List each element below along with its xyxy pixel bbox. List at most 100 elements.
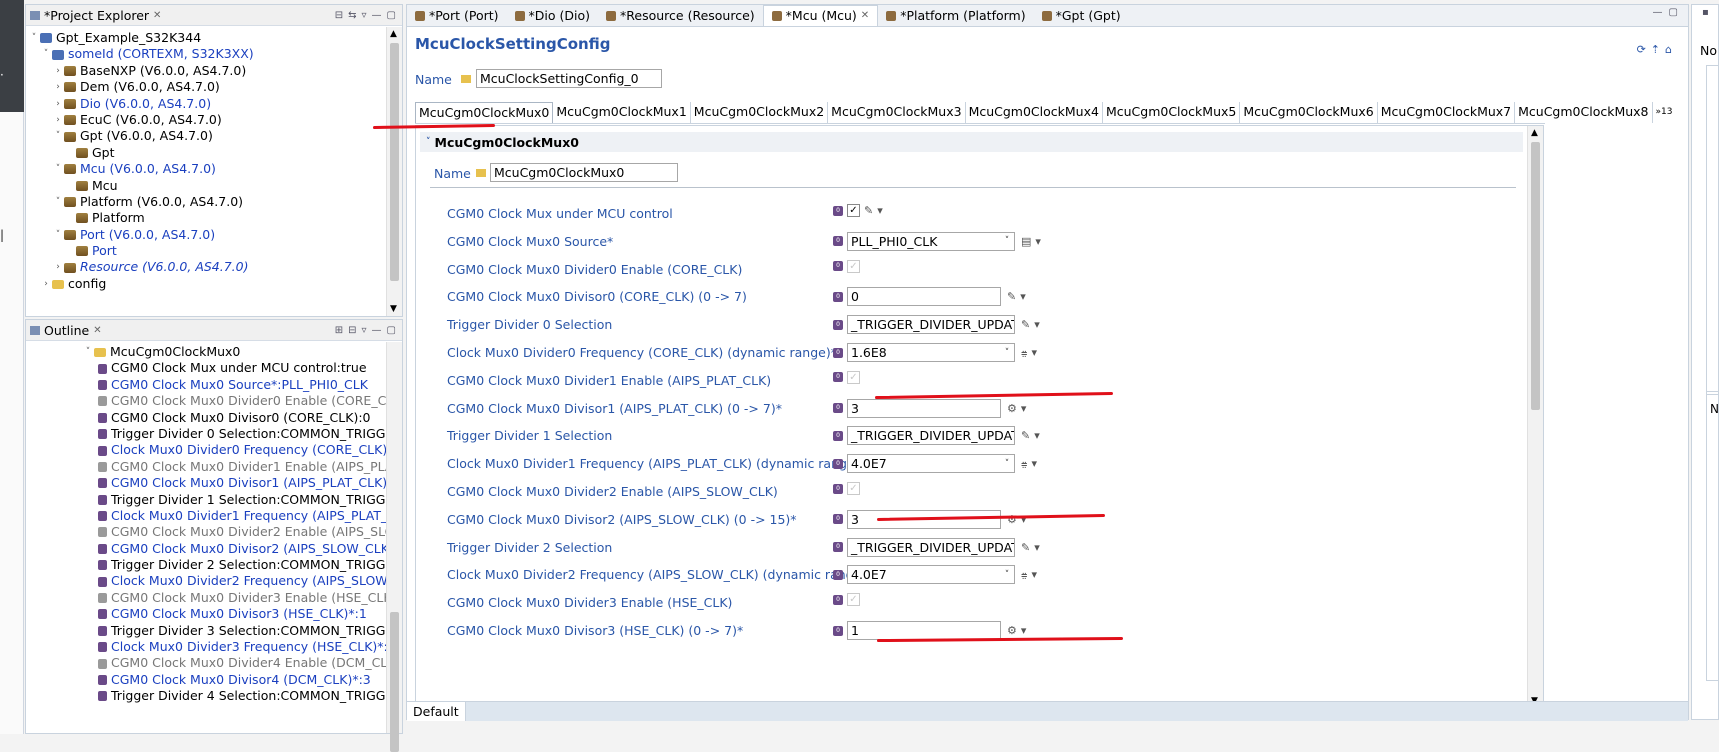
- tree-item[interactable]: ˅ Mcu (V6.0.0, AS4.7.0): [26, 161, 386, 177]
- collapse-all-icon[interactable]: ⊟: [335, 10, 343, 21]
- chevron-down-icon[interactable]: ▾: [877, 204, 883, 217]
- chevron-down-icon[interactable]: ˅: [52, 227, 64, 243]
- collapse-all-icon[interactable]: ⊟: [348, 325, 356, 336]
- tree-item[interactable]: › config: [26, 276, 386, 292]
- config-name-field[interactable]: McuClockSettingConfig_0: [476, 69, 662, 88]
- tree-item[interactable]: Port: [26, 243, 386, 259]
- chevron-down-icon[interactable]: ▾: [1021, 624, 1027, 637]
- outline-item[interactable]: CGM0 Clock Mux0 Divisor4 (DCM_CLK)*:3: [26, 672, 386, 688]
- editor-tab[interactable]: *Platform (Platform): [878, 5, 1033, 26]
- outline-item[interactable]: CGM0 Clock Mux0 Divisor3 (HSE_CLK)*:1: [26, 606, 386, 622]
- view-menu-icon[interactable]: ▿: [362, 10, 367, 21]
- chevron-right-icon[interactable]: ›: [52, 63, 64, 79]
- expand-all-icon[interactable]: ⊞: [335, 325, 343, 336]
- tree-item[interactable]: ˅ Platform (V6.0.0, AS4.7.0): [26, 194, 386, 210]
- chevron-down-icon[interactable]: ˅: [1000, 348, 1014, 358]
- scroll-up-icon[interactable]: ▲: [1531, 128, 1538, 138]
- maximize-icon[interactable]: ▢: [387, 10, 396, 21]
- clock-mux-tab[interactable]: McuCgm0ClockMux7: [1378, 102, 1516, 123]
- pencil-icon[interactable]: ✎: [864, 204, 873, 217]
- outline-item[interactable]: CGM0 Clock Mux0 Divider1 Enable (AIPS_PL…: [26, 459, 386, 475]
- calculator-icon[interactable]: ⩷: [1021, 457, 1027, 471]
- outline-item[interactable]: Trigger Divider 3 Selection:COMMON_TRIGG…: [26, 623, 386, 639]
- chevron-right-icon[interactable]: ›: [52, 259, 64, 275]
- clock-mux-tab[interactable]: McuCgm0ClockMux6: [1240, 102, 1378, 123]
- clock-mux-tab[interactable]: McuCgm0ClockMux4: [966, 102, 1103, 123]
- calculator-icon[interactable]: ⩷: [1021, 346, 1027, 360]
- up-arrow-icon[interactable]: ⇡: [1651, 43, 1660, 56]
- dropdown[interactable]: _TRIGGER_DIVIDER_UPDATE˅: [847, 315, 1015, 335]
- chevron-down-icon[interactable]: ▾: [1031, 568, 1037, 581]
- chevron-down-icon[interactable]: ˅: [1000, 236, 1014, 246]
- dropdown[interactable]: 1.6E8 ˅: [847, 343, 1015, 362]
- chevron-down-icon[interactable]: ▾: [1020, 290, 1026, 303]
- scroll-up-icon[interactable]: ▲: [390, 29, 397, 39]
- dropdown[interactable]: PLL_PHI0_CLK ˅: [847, 231, 1015, 251]
- tab-default[interactable]: Default: [407, 702, 466, 721]
- outline-item[interactable]: CGM0 Clock Mux0 Divisor2 (AIPS_SLOW_CLK)…: [26, 541, 386, 557]
- maximize-icon[interactable]: ▢: [1669, 7, 1678, 18]
- chevron-down-icon[interactable]: ▾: [1021, 402, 1027, 415]
- scroll-thumb[interactable]: [390, 612, 399, 752]
- scroll-thumb[interactable]: [1531, 142, 1540, 410]
- tree-item[interactable]: Mcu: [26, 178, 386, 194]
- clock-mux-tab[interactable]: McuCgm0ClockMux2: [691, 102, 829, 123]
- clock-mux-tab[interactable]: McuCgm0ClockMux5: [1103, 102, 1241, 123]
- home-icon[interactable]: ⌂: [1665, 43, 1672, 56]
- view-menu-icon[interactable]: ▿: [362, 325, 367, 336]
- editor-tab[interactable]: *Mcu (Mcu) ✕: [762, 5, 879, 26]
- tree-item[interactable]: Gpt: [26, 145, 386, 161]
- outline-item[interactable]: Trigger Divider 4 Selection:COMMON_TRIGG…: [26, 688, 386, 704]
- gear-icon[interactable]: ⚙: [1007, 402, 1017, 415]
- chevron-right-icon[interactable]: ›: [52, 112, 64, 128]
- tree-item[interactable]: ˅ someId (CORTEXM, S32K3XX): [26, 46, 386, 62]
- clock-mux-tab[interactable]: McuCgm0ClockMux8: [1515, 102, 1653, 123]
- minimize-icon[interactable]: —: [1653, 7, 1663, 18]
- refresh-icon[interactable]: ⟳: [1637, 43, 1646, 56]
- tree-item[interactable]: › EcuC (V6.0.0, AS4.7.0): [26, 112, 386, 128]
- minimize-icon[interactable]: —: [372, 325, 382, 336]
- editor-tab[interactable]: *Resource (Resource): [598, 5, 763, 26]
- editor-tab[interactable]: *Gpt (Gpt): [1034, 5, 1129, 26]
- chevron-down-icon[interactable]: ˅: [52, 194, 64, 210]
- outline-item[interactable]: CGM0 Clock Mux0 Divider0 Enable (CORE_CL…: [26, 393, 386, 409]
- tab-overflow[interactable]: »13: [1653, 102, 1676, 123]
- tree-item[interactable]: ˅ Gpt_Example_S32K344: [26, 30, 386, 46]
- chevron-down-icon[interactable]: ˅: [52, 128, 64, 144]
- scroll-down-icon[interactable]: ▼: [390, 304, 397, 314]
- chevron-down-icon[interactable]: ▾: [1031, 346, 1037, 359]
- chevron-down-icon[interactable]: ˅: [52, 161, 64, 177]
- tree-item[interactable]: Platform: [26, 210, 386, 226]
- chevron-down-icon[interactable]: ˅: [28, 30, 40, 46]
- chevron-down-icon[interactable]: ▾: [1034, 541, 1040, 554]
- text-field[interactable]: 0: [847, 287, 1001, 307]
- pencil-icon[interactable]: ✎: [1021, 429, 1030, 442]
- outline-item[interactable]: CGM0 Clock Mux under MCU control:true: [26, 360, 386, 376]
- dropdown[interactable]: 4.0E7 ˅: [847, 565, 1015, 585]
- outline-item[interactable]: Trigger Divider 2 Selection:COMMON_TRIGG…: [26, 557, 386, 573]
- pencil-icon[interactable]: ✎: [1007, 290, 1016, 303]
- database-icon[interactable]: ▤: [1021, 235, 1031, 248]
- text-field[interactable]: 3: [847, 398, 1001, 418]
- outline-scrollbar[interactable]: [386, 342, 402, 752]
- chevron-down-icon[interactable]: ▾: [1031, 457, 1037, 470]
- chevron-down-icon[interactable]: ˅: [82, 344, 94, 360]
- clock-mux-tab[interactable]: McuCgm0ClockMux0: [415, 102, 554, 123]
- scroll-thumb[interactable]: [390, 43, 399, 281]
- tree-item[interactable]: › BaseNXP (V6.0.0, AS4.7.0): [26, 63, 386, 79]
- dropdown[interactable]: _TRIGGER_DIVIDER_UPDATE˅: [847, 426, 1015, 446]
- right-tab-label[interactable]: No: [1700, 43, 1717, 58]
- tree-item[interactable]: › Dio (V6.0.0, AS4.7.0): [26, 96, 386, 112]
- editor-tab[interactable]: *Dio (Dio): [507, 5, 598, 26]
- close-icon[interactable]: ✕: [861, 6, 869, 26]
- chevron-down-icon[interactable]: ˅: [1000, 570, 1014, 580]
- close-icon[interactable]: ✕: [93, 325, 101, 336]
- dropdown[interactable]: 4.0E7 ˅: [847, 454, 1015, 474]
- section-name-field[interactable]: McuCgm0ClockMux0: [490, 163, 678, 182]
- outline-root[interactable]: ˅ McuCgm0ClockMux0: [26, 344, 386, 360]
- pencil-icon[interactable]: ✎: [1021, 318, 1030, 331]
- tree-item[interactable]: ˅ Port (V6.0.0, AS4.7.0): [26, 227, 386, 243]
- tree-item[interactable]: › Resource (V6.0.0, AS4.7.0): [26, 259, 386, 275]
- outline-item[interactable]: CGM0 Clock Mux0 Divisor0 (CORE_CLK):0: [26, 410, 386, 426]
- checkbox[interactable]: ✓: [847, 204, 860, 217]
